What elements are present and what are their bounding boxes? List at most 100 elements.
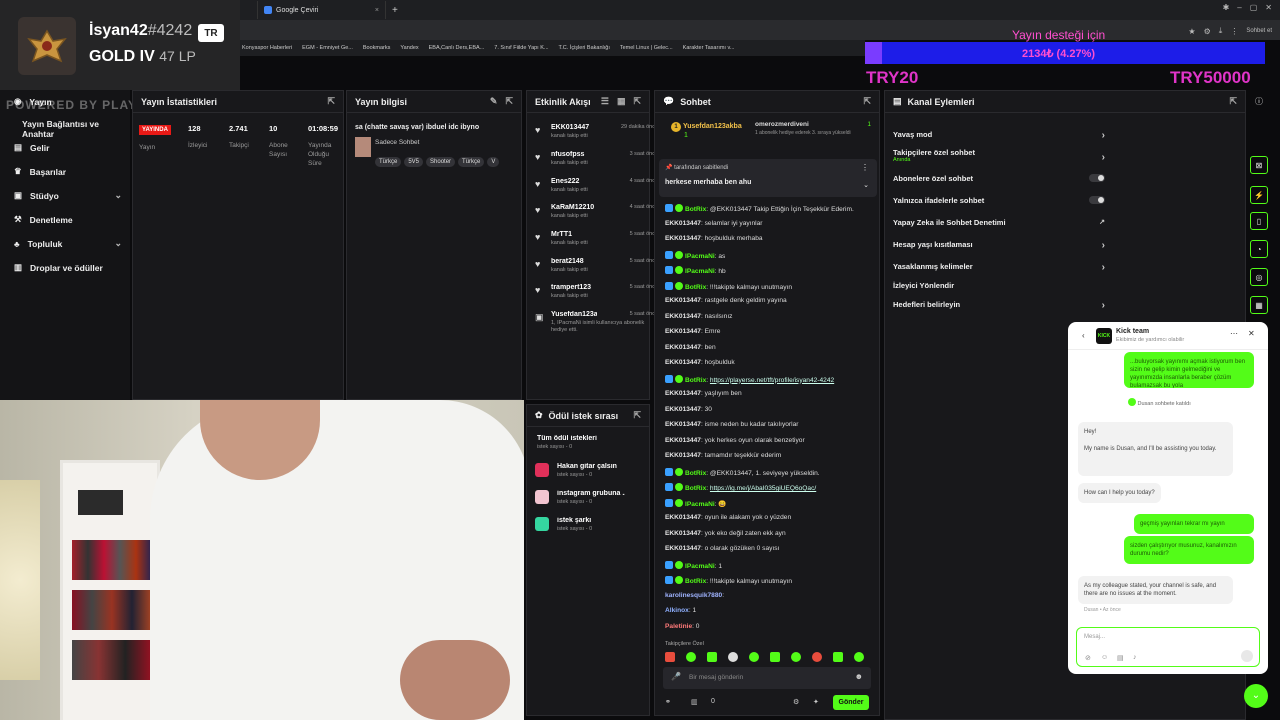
puzzle-icon[interactable]: ✱ [1223,3,1230,12]
popout-icon[interactable]: ⇱ [1229,96,1237,107]
reward-all-requests[interactable]: Tüm ödül istekleriistek sayısı - 0› [535,435,658,450]
emote-icon[interactable] [854,652,864,662]
filter-icon[interactable]: ☰ [601,96,609,107]
popout-icon[interactable]: ⇱ [327,96,335,107]
sidebar-item-studyo[interactable]: ▣ Stüdyo ⌄ [14,190,122,201]
menu-icon[interactable]: ⋮ [1230,27,1238,36]
sidebar-item-basarilar[interactable]: ♛ Başarılar [14,166,122,177]
chat-message: EKK013447: hoşbulduk [665,359,735,366]
chat-footer: ⚭ ▥ 0 ⚙ ✦ Gönder [663,695,871,711]
bookmark-item[interactable]: Temel Linux | Gelec... [620,45,673,51]
widget-launcher-button[interactable]: ⌄ [1244,684,1268,708]
send-button[interactable]: Gönder [833,695,869,710]
bookmark-item[interactable]: EGM - Emniyet Ge... [302,45,353,51]
tab-close-icon[interactable]: × [375,7,379,14]
maximize-icon[interactable]: ▢ [1250,3,1258,12]
emote-icon[interactable] [770,652,780,662]
emote-only-toggle[interactable] [1089,196,1105,204]
rail-button[interactable]: ⊠ [1250,156,1268,174]
chat-link[interactable]: https://ig.me/j/AbaI035giUEQ6oQac/ [710,485,816,492]
bookmark-item[interactable]: T.C. İçişleri Bakanlığı [559,45,610,51]
account-age-row[interactable]: Hesap yaşı kısıtlaması › [893,240,1105,251]
minimize-icon[interactable]: – [1237,3,1241,12]
settings-icon[interactable]: ⚙ [793,698,799,706]
browser-tab[interactable] [240,1,258,19]
chat-input-box[interactable]: 🎤 Bir mesaj gönderin ☻ [663,667,871,689]
bookmark-item[interactable]: 7. Sınıf Fiilde Yapı K... [494,45,548,51]
close-icon[interactable]: ✕ [1248,329,1255,338]
widget-input[interactable]: Mesaj... ⊘ ☺ ▤ ♪ [1076,627,1260,667]
emote-icon[interactable] [728,652,738,662]
popout-icon[interactable]: ⇱ [863,96,871,107]
ai-moderation-row[interactable]: Yapay Zeka ile Sohbet Denetimi ↗ [893,218,1105,227]
chat-link[interactable]: https://playerse.net/tft/profile/isyan42… [710,377,834,384]
bookmark-item[interactable]: Bookmarks [363,45,391,51]
back-icon[interactable]: ‹ [1082,331,1085,340]
attach-icon[interactable]: ⊘ [1085,654,1091,662]
extension-icon[interactable]: ⚙ [1204,27,1211,36]
clipboard-icon[interactable]: ▯ [1250,212,1268,230]
profile-label[interactable]: Sohbet et [1246,28,1272,34]
emote-icon[interactable] [707,652,717,662]
bookmark-item[interactable]: Yandex [400,45,418,51]
emote-icon[interactable] [749,652,759,662]
download-icon[interactable]: ⤓ [1219,26,1223,36]
link-icon[interactable]: ⚭ [665,698,671,706]
sidebar-item-topluluk[interactable]: ♣ Topluluk ⌄ [14,238,122,249]
chat-text: !!!takipte kalmayı unutmayın [709,283,793,291]
stream-info-panel: Yayın bilgisi ✎ ⇱ sa (chatte savaş var) ib… [346,90,522,400]
bookmark-item[interactable]: EBA,Canlı Ders,EBA... [429,45,485,51]
sidebar-item-denetleme[interactable]: ⚒ Denetleme [14,214,122,225]
send-icon[interactable] [1241,650,1253,662]
goals-row[interactable]: Hedefleri belirleyin › [893,300,1105,311]
stream-stats-panel: Yayın İstatistikleri ⇱ YAYINDA Yayın 128 İz… [132,90,344,400]
lightning-icon[interactable]: ⚡ [1250,186,1268,204]
reward-item[interactable]: instagram grubuna ...istek sayısı - 0› [535,490,658,505]
emote-icon[interactable] [791,652,801,662]
emote-icon[interactable] [665,652,675,662]
broadcast-rail-icon[interactable]: ◎ [1250,268,1268,286]
trash-icon[interactable]: ▥ [691,698,698,706]
close-window-icon[interactable]: ✕ [1265,3,1272,12]
new-tab-button[interactable]: + [392,5,398,16]
popout-icon[interactable]: ⇱ [633,96,641,107]
popout-icon[interactable]: ⇱ [633,410,641,421]
calendar-icon[interactable]: ▦ [617,96,626,107]
sidebar-item-stream-key[interactable]: Yayın Bağlantısı ve Anahtar [22,119,130,139]
chat-bubble-icon[interactable]: ◔ [1250,240,1268,258]
kebab-menu-icon[interactable]: ⋮ [861,163,869,172]
info-icon[interactable]: ⓘ [1250,92,1268,110]
browser-tab[interactable]: Google Çeviri × [258,1,386,19]
mic-icon[interactable]: ♪ [1133,654,1137,661]
sidebar-item-gelir[interactable]: ▤ Gelir [14,142,122,153]
emote-icon[interactable] [812,652,822,662]
emoji-icon[interactable]: ☺ [1101,654,1108,661]
banned-words-row[interactable]: Yasaklanmış kelimeler › [893,262,1105,273]
chat-message: BotRix: !!!takipte kalmayı unutmayın [665,576,880,585]
verified-icon [665,498,673,507]
chat-message: Paletinie: 0 [665,622,700,630]
layout-icon[interactable]: ▦ [1250,296,1268,314]
more-icon[interactable]: ⋯ [1230,329,1238,338]
emoji-icon[interactable]: ☻ [855,672,863,681]
popout-icon[interactable]: ⇱ [505,96,513,107]
reward-item[interactable]: Hakan gitar çalsınistek sayısı - 0› [535,463,658,478]
emote-icon[interactable] [686,652,696,662]
subscribers-only-toggle[interactable] [1089,174,1105,182]
emote-only-row[interactable]: Yalnızca ifadelerle sohbet [893,196,1105,205]
raid-row[interactable]: İzleyici Yönlendir [893,281,1105,290]
sidebar-item-droplar[interactable]: ▥ Droplar ve ödüller [14,262,122,273]
chevron-down-icon[interactable]: ⌄ [863,181,869,189]
edit-icon[interactable]: ✎ [490,96,498,107]
bookmark-item[interactable]: Konyaspor Haberleri [242,45,292,51]
subscribers-only-row[interactable]: Abonelere özel sohbet [893,174,1105,183]
followers-only-row[interactable]: Takipçilere özel sohbet Anında › [893,148,1105,163]
slow-mode-row[interactable]: Yavaş mod › [893,130,1105,141]
star-icon[interactable]: ★ [1188,27,1195,36]
chat-username: EKK013447 [665,359,701,366]
emote-icon[interactable] [833,652,843,662]
reward-item[interactable]: istek şarkıistek sayısı - 0› [535,517,658,532]
gif-icon[interactable]: ▤ [1117,654,1124,662]
bookmark-item[interactable]: Karakter Tasarımı v... [683,45,735,51]
emote-picker-icon[interactable]: ✦ [813,698,819,706]
